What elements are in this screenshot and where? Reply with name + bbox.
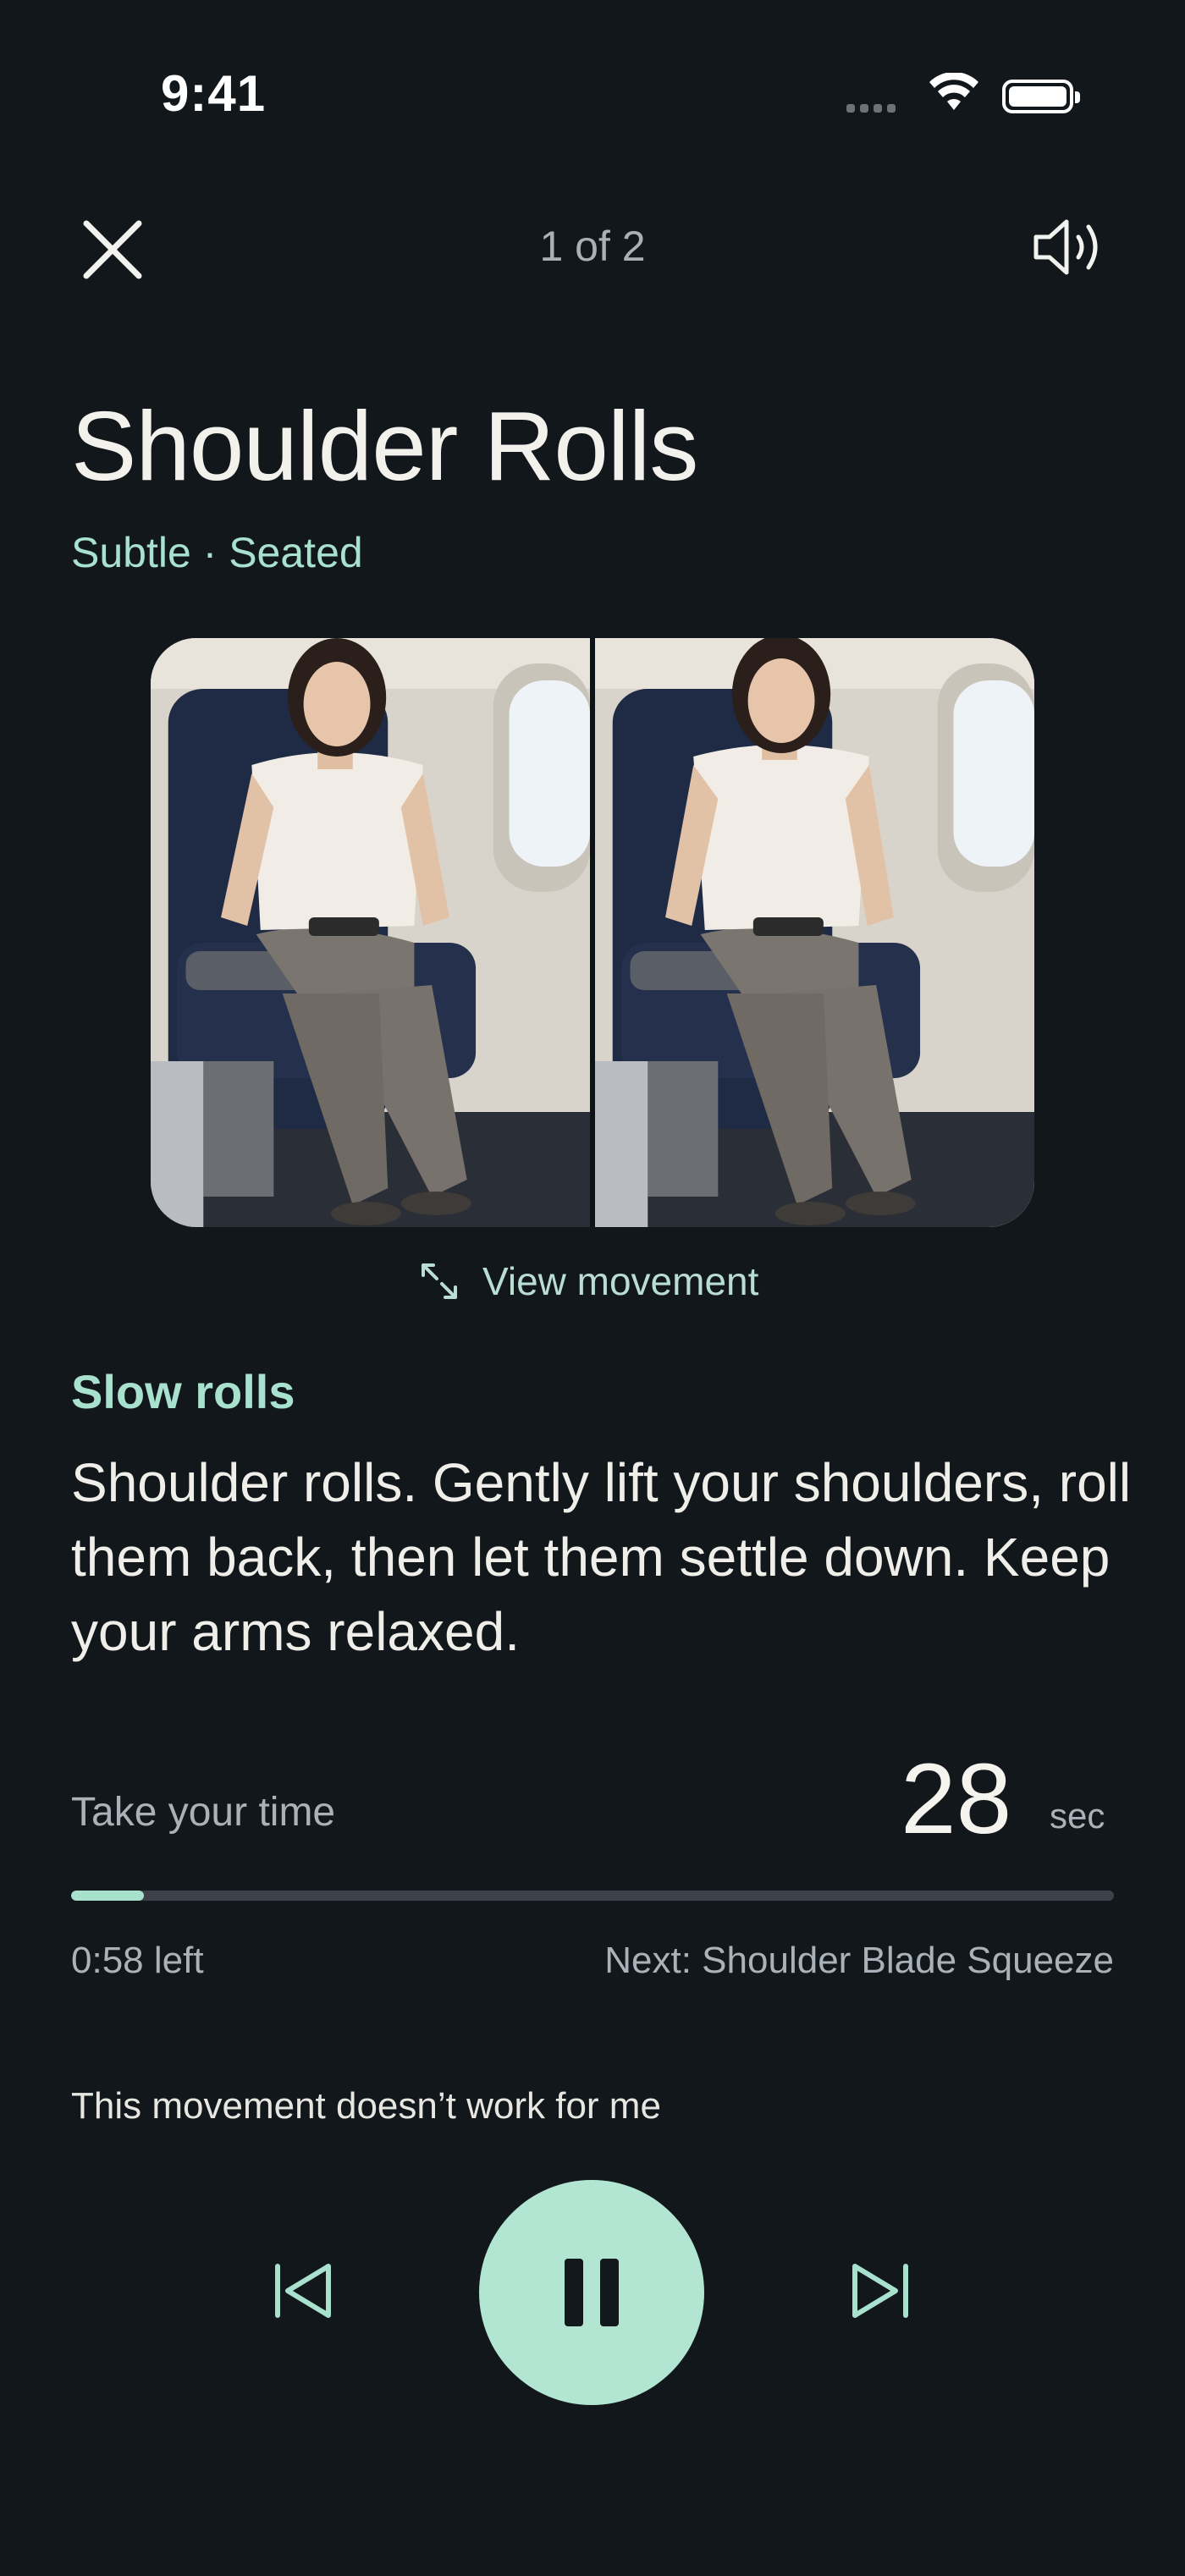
wifi-icon — [929, 73, 978, 110]
timer-unit: sec — [1050, 1796, 1105, 1836]
movement-photo-start — [151, 638, 590, 1227]
cellular-signal-icon — [846, 102, 901, 117]
timer-seconds: 28 — [901, 1743, 1012, 1855]
exercise-title: Shoulder Rolls — [71, 391, 698, 501]
instruction-text: Shoulder rolls. Gently lift your shoulde… — [71, 1452, 1132, 1662]
time-remaining: 0:58 left — [71, 1940, 204, 1981]
view-movement-label: View movement — [482, 1259, 759, 1303]
exercise-counter: 1 of 2 — [539, 223, 646, 270]
skip-previous-icon[interactable] — [267, 2253, 339, 2329]
movement-not-working-link[interactable]: This movement doesn’t work for me — [71, 2085, 661, 2127]
step-label: Slow rolls — [71, 1365, 295, 1418]
skip-next-icon[interactable] — [845, 2253, 916, 2329]
expand-icon — [422, 1263, 457, 1299]
close-icon[interactable] — [74, 212, 151, 288]
battery-icon — [1002, 80, 1080, 113]
movement-image — [151, 638, 1034, 1227]
next-exercise: Next: Shoulder Blade Squeeze — [604, 1940, 1114, 1981]
pause-button[interactable] — [479, 2180, 704, 2405]
exercise-tags: Subtle · Seated — [71, 529, 363, 576]
progress-bar — [71, 1891, 1114, 1901]
status-time: 9:41 — [161, 65, 267, 122]
progress-fill — [71, 1891, 145, 1901]
movement-photo-end — [595, 638, 1034, 1227]
speaker-icon[interactable] — [1028, 213, 1109, 281]
pause-icon — [565, 2259, 583, 2326]
timer-prompt: Take your time — [71, 1790, 336, 1835]
view-movement-button[interactable]: View movement — [418, 1256, 758, 1307]
